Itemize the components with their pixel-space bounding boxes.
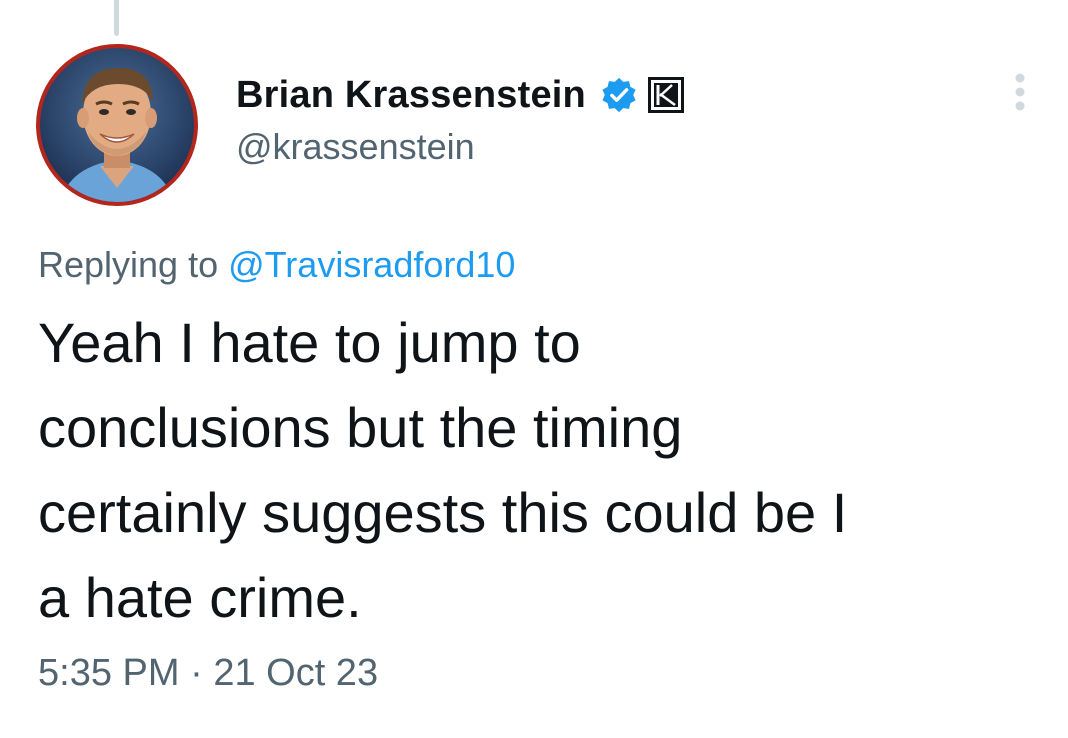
reply-target-handle-link[interactable]: @Travisradford10 xyxy=(228,244,515,285)
tweet-time: 5:35 PM xyxy=(38,652,180,694)
tweet-date: 21 Oct 23 xyxy=(213,652,379,694)
affiliate-logo-icon[interactable] xyxy=(647,77,684,113)
timestamp-separator: · xyxy=(179,652,214,694)
avatar[interactable] xyxy=(36,44,198,206)
tweet-timestamp[interactable]: 5:35 PM · 21 Oct 23 xyxy=(38,652,378,695)
tweet-text: Yeah I hate to jump to conclusions but t… xyxy=(38,311,848,629)
verified-badge-icon xyxy=(600,76,638,114)
author-name-row: Brian Krassenstein xyxy=(236,70,684,120)
more-options-icon[interactable] xyxy=(1008,72,1032,112)
thread-connector-line xyxy=(114,0,119,36)
replying-to-line: Replying to @Travisradford10 xyxy=(38,244,515,286)
tweet-card: Brian Krassenstein @krassenstein Replyin… xyxy=(0,0,1068,738)
avatar-image xyxy=(40,48,194,202)
replying-to-label: Replying to xyxy=(38,244,229,285)
author-handle[interactable]: @krassenstein xyxy=(236,126,475,168)
author-display-name[interactable]: Brian Krassenstein xyxy=(236,74,586,117)
